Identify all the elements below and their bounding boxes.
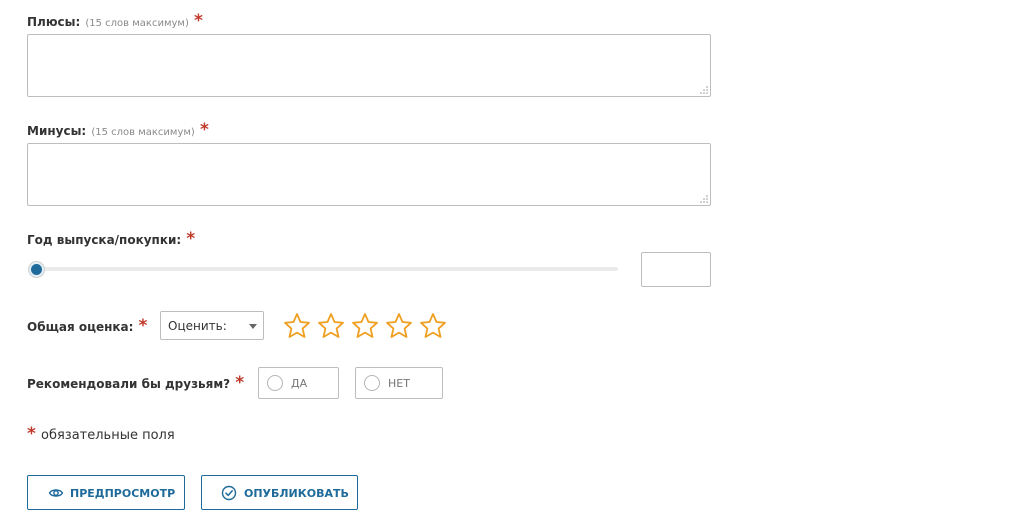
recommend-label-row: Рекомендовали бы друзьям? * [27, 373, 244, 392]
star-icon[interactable] [385, 312, 413, 340]
required-mark: * [235, 373, 245, 393]
year-label-row: Год выпуска/покупки: * [27, 229, 195, 248]
publish-button-label: ОПУБЛИКОВАТЬ [244, 487, 349, 500]
publish-button[interactable]: ОПУБЛИКОВАТЬ [201, 475, 358, 510]
required-mark: * [193, 11, 203, 31]
pros-hint: (15 слов максимум) [85, 18, 189, 29]
year-label: Год выпуска/покупки: [27, 233, 182, 247]
star-icon[interactable] [351, 312, 379, 340]
rating-select-value: Оценить: [168, 319, 227, 333]
eye-icon [48, 489, 64, 497]
required-note-text: обязательные поля [40, 428, 175, 443]
resize-grip-icon[interactable] [699, 85, 709, 95]
cons-label-row: Минусы: (15 слов максимум) * [27, 120, 209, 139]
cons-label: Минусы: [27, 124, 87, 138]
star-icon[interactable] [419, 312, 447, 340]
resize-grip-icon[interactable] [699, 194, 709, 204]
required-mark: * [138, 316, 148, 336]
star-icon[interactable] [283, 312, 311, 340]
year-slider-track[interactable] [30, 267, 618, 271]
radio-icon[interactable] [267, 375, 283, 391]
rating-label: Общая оценка: [27, 320, 134, 334]
cons-textarea[interactable] [27, 143, 711, 206]
preview-button-label: ПРЕДПРОСМОТР [70, 487, 176, 500]
recommend-yes-label: ДА [291, 377, 308, 390]
star-icon[interactable] [317, 312, 345, 340]
required-mark: * [199, 120, 209, 140]
required-mark: * [27, 424, 36, 444]
recommend-no-option[interactable]: НЕТ [355, 367, 443, 399]
rating-label-row: Общая оценка: * [27, 316, 147, 335]
year-input[interactable] [641, 252, 711, 287]
pros-label-row: Плюсы: (15 слов максимум) * [27, 11, 203, 30]
pros-textarea[interactable] [27, 34, 711, 97]
chevron-down-icon [249, 324, 257, 329]
cons-hint: (15 слов максимум) [91, 127, 195, 138]
check-circle-icon [221, 485, 237, 501]
year-slider-thumb[interactable] [29, 262, 44, 277]
recommend-yes-option[interactable]: ДА [258, 367, 339, 399]
radio-icon[interactable] [364, 375, 380, 391]
rating-select[interactable]: Оценить: [160, 311, 264, 340]
pros-label: Плюсы: [27, 15, 81, 29]
required-note: * обязательные поля [27, 424, 175, 444]
recommend-label: Рекомендовали бы друзьям? [27, 377, 231, 391]
recommend-no-label: НЕТ [388, 377, 410, 390]
required-mark: * [186, 229, 196, 249]
preview-button[interactable]: ПРЕДПРОСМОТР [27, 475, 185, 510]
